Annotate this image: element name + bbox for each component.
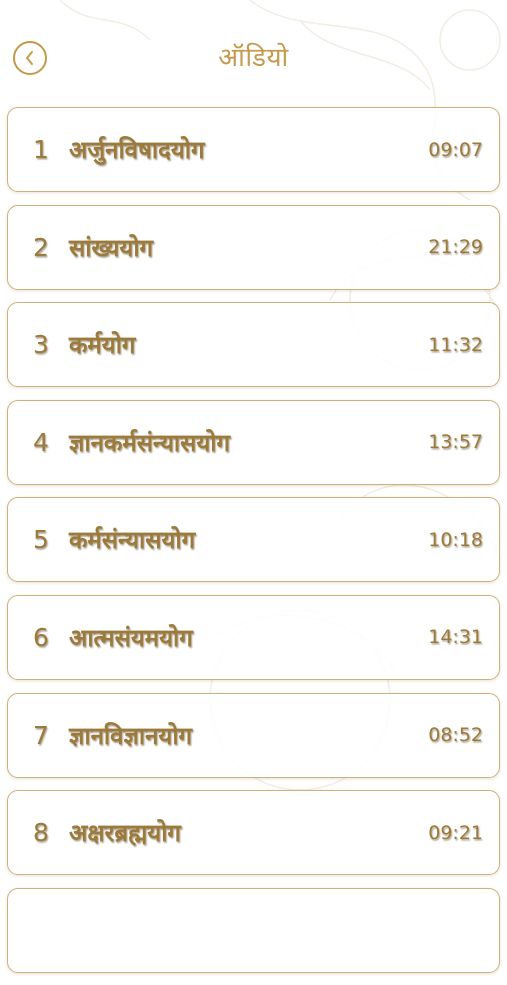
track-duration: 11:32 (428, 333, 483, 356)
track-number: 1 (33, 135, 49, 164)
track-name: ज्ञानविज्ञानयोग (69, 721, 193, 750)
track-name: आत्मसंयमयोग (69, 623, 193, 652)
page-title: ऑडियो (218, 43, 289, 73)
track-number: 6 (33, 622, 49, 652)
track-name: सांख्ययोग (69, 233, 154, 262)
track-card[interactable]: 7 ज्ञानविज्ञानयोग 08:52 (7, 692, 500, 778)
track-card[interactable]: 5 कर्मसंन्यासयोग 10:18 (7, 497, 500, 583)
header: ऑडियो (0, 0, 507, 100)
track-name: कर्मसंन्यासयोग (69, 526, 196, 555)
track-name: ज्ञानकर्मसंन्यासयोग (69, 428, 231, 457)
track-card-partial[interactable] (7, 887, 500, 973)
track-duration: 08:52 (428, 724, 483, 747)
track-card[interactable]: 4 ज्ञानकर्मसंन्यासयोग 13:57 (7, 399, 500, 485)
track-number: 7 (33, 720, 49, 750)
track-name: अक्षरब्रह्मयोग (69, 819, 181, 848)
track-number: 8 (33, 818, 49, 848)
track-duration: 09:21 (428, 821, 483, 844)
track-number: 4 (33, 427, 49, 457)
track-card[interactable]: 6 आत्मसंयमयोग 14:31 (7, 594, 500, 680)
track-card[interactable]: 8 अक्षरब्रह्मयोग 09:21 (7, 790, 500, 876)
track-name: कर्मयोग (69, 331, 136, 360)
track-duration: 21:29 (428, 236, 483, 259)
audio-track-list: 1 अर्जुनविषादयोग 09:07 2 सांख्ययोग 21:29… (7, 107, 500, 985)
track-number: 2 (33, 232, 49, 262)
track-card[interactable]: 3 कर्मयोग 11:32 (7, 302, 500, 388)
track-duration: 13:57 (428, 431, 483, 454)
track-name: अर्जुनविषादयोग (69, 136, 205, 164)
track-number: 3 (33, 330, 49, 360)
track-number: 5 (33, 525, 49, 555)
track-duration: 09:07 (428, 138, 483, 161)
track-card[interactable]: 1 अर्जुनविषादयोग 09:07 (7, 107, 500, 192)
track-duration: 14:31 (428, 626, 483, 649)
track-card[interactable]: 2 सांख्ययोग 21:29 (7, 204, 500, 290)
track-duration: 10:18 (428, 528, 483, 551)
